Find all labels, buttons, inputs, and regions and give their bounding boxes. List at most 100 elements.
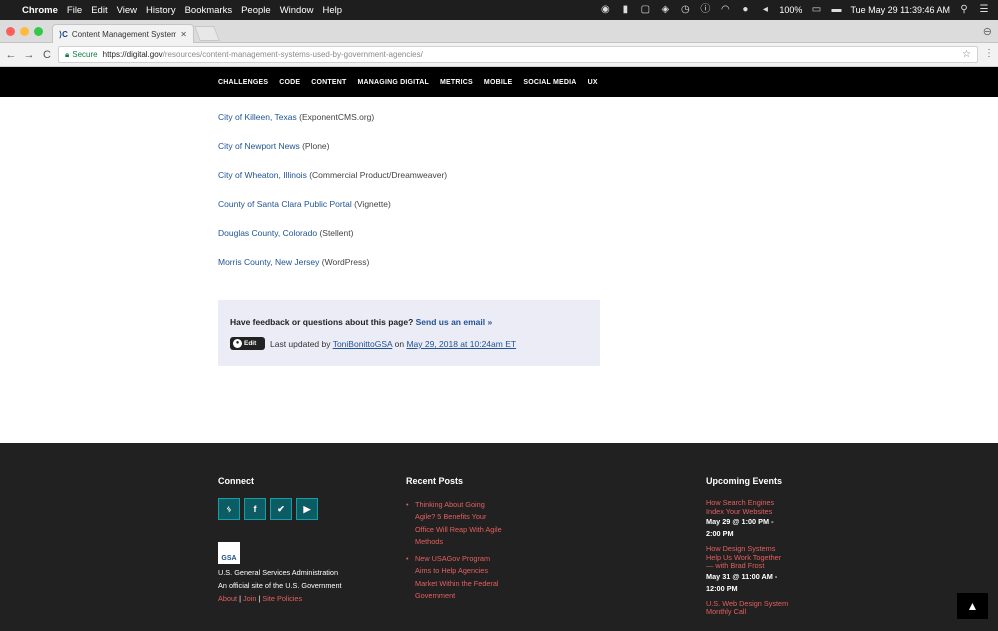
flag-icon[interactable]: ▬	[830, 5, 842, 15]
menu-window[interactable]: Window	[280, 5, 314, 16]
list-item: County of Santa Clara Public Portal (Vig…	[218, 199, 391, 209]
author-link[interactable]: ToniBonittoGSA	[333, 339, 393, 349]
bookmark-star-icon[interactable]: ☆	[962, 49, 971, 60]
nav-mobile[interactable]: MOBILE	[484, 79, 512, 86]
facebook-icon[interactable]: f	[244, 498, 266, 520]
updated-prefix: Last updated by	[270, 339, 333, 349]
gsa-official-text: An official site of the U.S. Government	[218, 581, 342, 590]
cms-link[interactable]: Douglas County, Colorado	[218, 228, 317, 238]
url-path: /resources/content-management-systems-us…	[162, 50, 423, 59]
battery-icon[interactable]: ▭	[810, 5, 822, 15]
recent-posts-list: • Thinking About Going Agile? 5 Benefits…	[406, 499, 506, 607]
nav-metrics[interactable]: METRICS	[440, 79, 473, 86]
last-updated: Last updated by ToniBonittoGSA on May 29…	[270, 339, 516, 349]
send-email-link[interactable]: Send us an email »	[416, 317, 493, 327]
event-time: May 29 @ 1:00 PM - 2:00 PM	[706, 517, 774, 538]
bluetooth-icon[interactable]: ●	[739, 5, 751, 15]
nav-code[interactable]: CODE	[279, 79, 300, 86]
youtube-icon[interactable]: ▶	[296, 498, 318, 520]
minimize-window-icon[interactable]	[20, 27, 29, 36]
menu-people[interactable]: People	[241, 5, 271, 16]
footer-link-about[interactable]: About	[218, 594, 237, 603]
gsa-logo[interactable]: GSA	[218, 542, 240, 564]
secure-label: Secure	[72, 50, 98, 59]
post-link[interactable]: Thinking About Going Agile? 5 Benefits Y…	[415, 500, 502, 546]
menu-edit[interactable]: Edit	[91, 5, 107, 16]
feedback-question-text: Have feedback or questions about this pa…	[230, 317, 414, 327]
cms-link[interactable]: City of Killeen, Texas	[218, 112, 297, 122]
twitter-icon[interactable]: ✔︎	[270, 498, 292, 520]
status-icon[interactable]: ▮	[619, 5, 631, 15]
close-window-icon[interactable]	[6, 27, 15, 36]
list-item: Morris County, New Jersey (WordPress)	[218, 257, 369, 267]
new-tab-button[interactable]	[194, 26, 220, 41]
menu-app-name[interactable]: Chrome	[22, 5, 58, 16]
browser-tab[interactable]: ⟩C Content Management Systems ✕	[52, 24, 194, 43]
cms-link[interactable]: City of Wheaton, Illinois	[218, 170, 307, 180]
cms-detail: (Vignette)	[351, 199, 391, 209]
cms-link[interactable]: Morris County, New Jersey	[218, 257, 319, 267]
event-link[interactable]: U.S. Web Design System Monthly Call	[706, 599, 790, 617]
rss-icon[interactable]: ᛃ	[218, 498, 240, 520]
upcoming-events-list: How Search Engines Index Your Websites M…	[706, 498, 790, 617]
cms-link[interactable]: City of Newport News	[218, 141, 300, 151]
feedback-question: Have feedback or questions about this pa…	[230, 317, 492, 327]
reload-icon[interactable]: C	[40, 49, 54, 61]
window-controls	[6, 27, 43, 36]
menu-history[interactable]: History	[146, 5, 176, 16]
profile-icon[interactable]: ⊖	[983, 25, 992, 38]
gsa-name: U.S. General Services Administration	[218, 568, 339, 577]
nav-managing-digital[interactable]: MANAGING DIGITAL	[358, 79, 430, 86]
list-item: City of Killeen, Texas (ExponentCMS.org)	[218, 112, 374, 122]
volume-icon[interactable]: ◂	[759, 5, 771, 15]
tab-strip: ⟩C Content Management Systems ✕ ⊖	[0, 20, 998, 43]
footer-links: About | Join | Site Policies	[218, 594, 302, 603]
status-icon[interactable]: ⓘ	[699, 5, 711, 15]
status-icon[interactable]: ▢	[639, 5, 651, 15]
lock-icon: 🔒︎	[65, 49, 70, 59]
footer-link-site-policies[interactable]: Site Policies	[262, 594, 302, 603]
edit-on-github-button[interactable]: ● Edit	[230, 337, 265, 350]
event-link[interactable]: How Search Engines Index Your Websites	[706, 498, 790, 516]
commit-date-link[interactable]: May 29, 2018 at 10:24am ET	[406, 339, 516, 349]
wifi-icon[interactable]: ◠	[719, 5, 731, 15]
cms-detail: (Stellent)	[317, 228, 354, 238]
list-item: City of Newport News (Plone)	[218, 141, 329, 151]
cms-link[interactable]: County of Santa Clara Public Portal	[218, 199, 352, 209]
status-icon[interactable]: ◈	[659, 5, 671, 15]
tab-title: Content Management Systems	[71, 29, 177, 39]
menu-bookmarks[interactable]: Bookmarks	[185, 5, 233, 16]
back-arrow-icon[interactable]: ←	[4, 49, 18, 61]
zoom-window-icon[interactable]	[34, 27, 43, 36]
status-icon[interactable]: ◷	[679, 5, 691, 15]
nav-ux[interactable]: UX	[588, 79, 598, 86]
status-icon[interactable]: ◉	[599, 5, 611, 15]
nav-content[interactable]: CONTENT	[311, 79, 346, 86]
menu-view[interactable]: View	[117, 5, 137, 16]
back-to-top-button[interactable]: ▲	[957, 593, 988, 619]
browser-menu-icon[interactable]: ⋮	[984, 48, 994, 59]
notification-center-icon[interactable]: ☰	[978, 5, 990, 15]
address-bar[interactable]: 🔒︎ Secure https://digital.gov /resources…	[58, 46, 978, 63]
forward-arrow-icon[interactable]: →	[22, 49, 36, 61]
post-link[interactable]: New USAGov Program Aims to Help Agencies…	[415, 554, 499, 600]
close-tab-icon[interactable]: ✕	[180, 30, 187, 39]
menu-file[interactable]: File	[67, 5, 82, 16]
connect-heading: Connect	[218, 476, 254, 486]
list-item[interactable]: • Thinking About Going Agile? 5 Benefits…	[406, 499, 506, 548]
chevron-up-icon: ▲	[966, 599, 979, 613]
battery-percent[interactable]: 100%	[779, 5, 802, 15]
list-item[interactable]: • New USAGov Program Aims to Help Agenci…	[406, 553, 506, 602]
spotlight-search-icon[interactable]: ⚲	[958, 5, 970, 15]
cms-detail: (Plone)	[299, 141, 330, 151]
nav-challenges[interactable]: CHALLENGES	[218, 79, 268, 86]
footer-link-join[interactable]: Join	[243, 594, 256, 603]
menu-help[interactable]: Help	[322, 5, 342, 16]
nav-social-media[interactable]: SOCIAL MEDIA	[523, 79, 576, 86]
cms-detail: (Commercial Product/Dreamweaver)	[306, 170, 448, 180]
event-link[interactable]: How Design Systems Help Us Work Together…	[706, 544, 790, 571]
list-item: City of Wheaton, Illinois (Commercial Pr…	[218, 170, 447, 180]
status-area: ◉ ▮ ▢ ◈ ◷ ⓘ ◠ ● ◂ 100% ▭ ▬ Tue May 29 11…	[599, 0, 990, 20]
clock[interactable]: Tue May 29 11:39:46 AM	[850, 5, 950, 15]
url-host: https://digital.gov	[102, 50, 163, 59]
